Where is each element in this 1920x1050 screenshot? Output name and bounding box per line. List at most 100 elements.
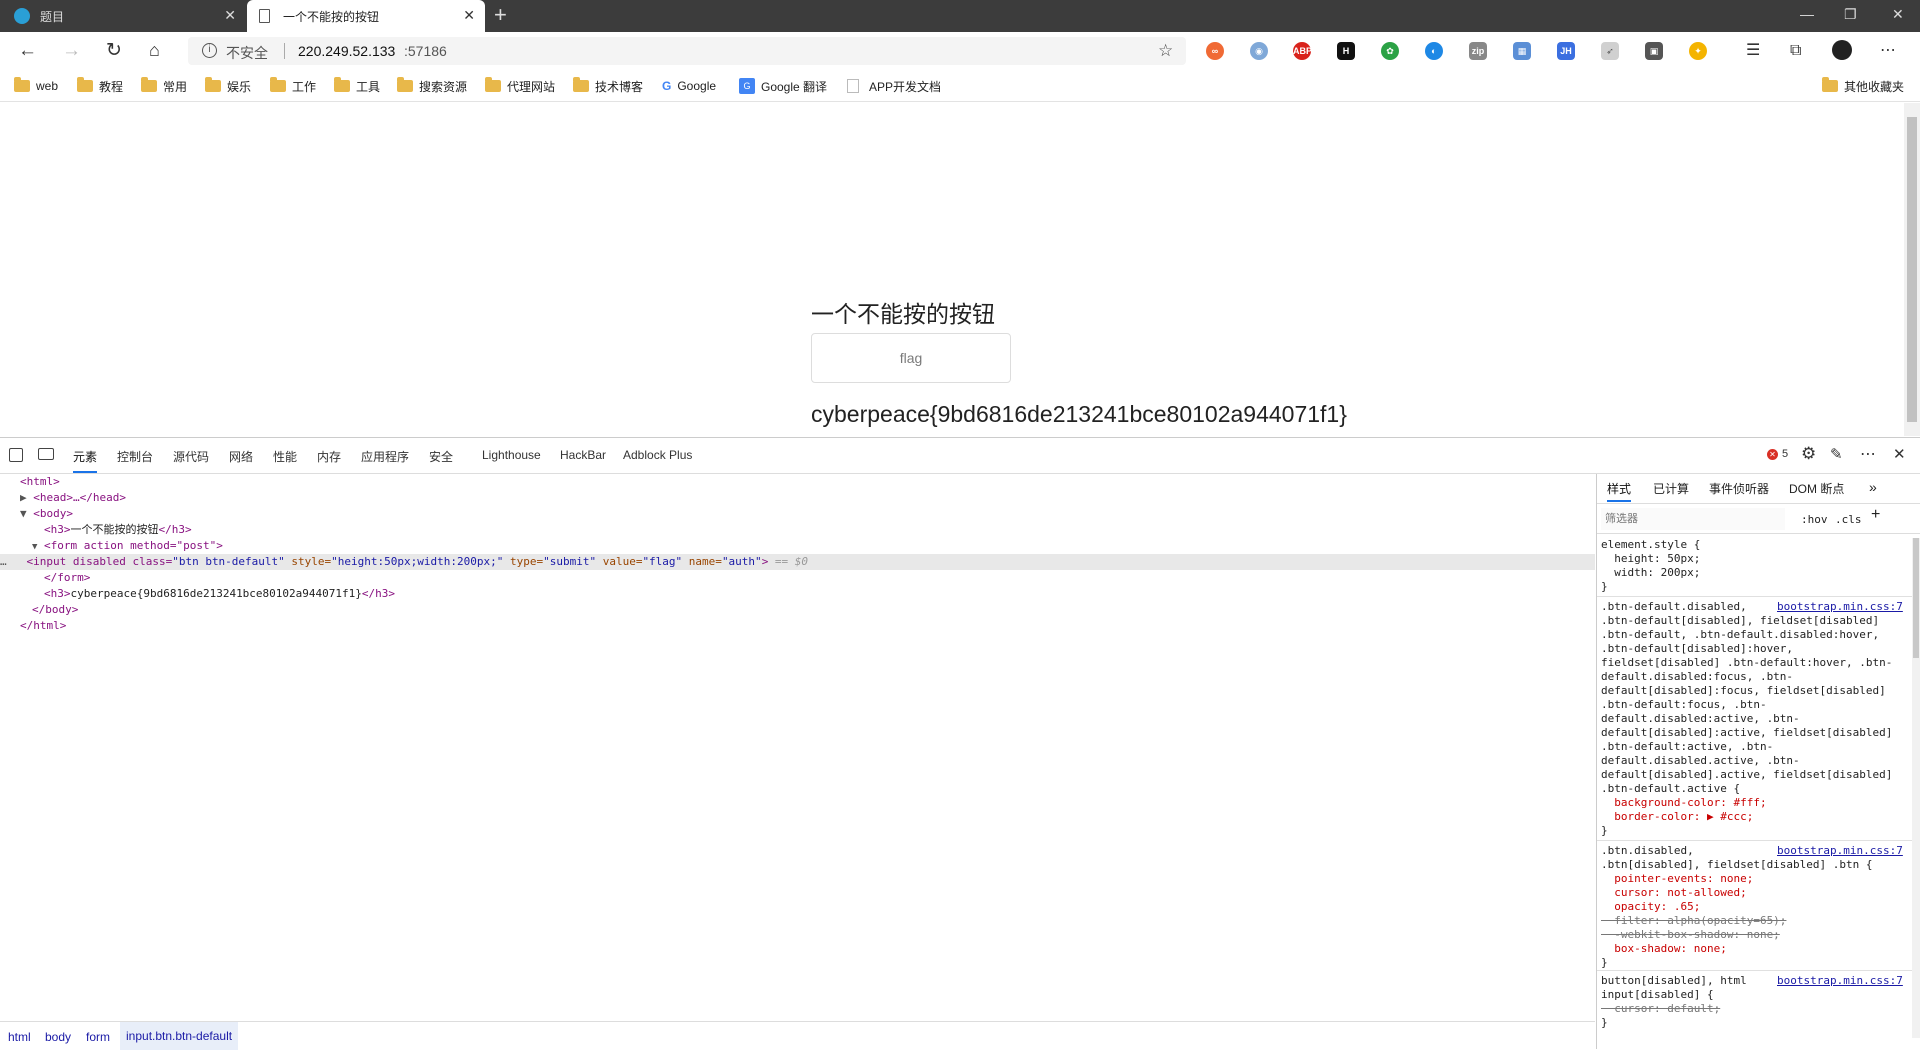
bookmark-label: 其他收藏夹 xyxy=(1844,79,1905,94)
devtools-tab-sources[interactable]: 源代码 xyxy=(173,448,209,465)
bookmark-tutorial[interactable]: 教程 xyxy=(77,76,123,96)
stylesheet-link[interactable]: bootstrap.min.css:7 xyxy=(1777,600,1903,614)
ext-jh-icon[interactable]: JH xyxy=(1557,42,1575,60)
styles-scrollbar-thumb[interactable] xyxy=(1913,538,1919,658)
page-scrollbar-thumb[interactable] xyxy=(1907,117,1917,422)
restore-icon[interactable]: ❐ xyxy=(1844,6,1857,23)
styles-scrollbar[interactable] xyxy=(1912,538,1920,1038)
info-icon[interactable]: i xyxy=(202,43,217,58)
styles-tab-listeners[interactable]: 事件侦听器 xyxy=(1709,482,1769,496)
devtools-tab-hackbar[interactable]: HackBar xyxy=(560,448,606,462)
minimize-icon[interactable]: — xyxy=(1800,6,1814,22)
bookmark-blogs[interactable]: 技术博客 xyxy=(573,76,643,96)
favorite-star-icon[interactable]: ☆ xyxy=(1158,41,1173,61)
device-toolbar-icon[interactable] xyxy=(38,448,54,460)
ext-chat-icon[interactable]: ▣ xyxy=(1645,42,1663,60)
ext-cursor-icon[interactable]: ➶ xyxy=(1601,42,1619,60)
profile-avatar[interactable] xyxy=(1832,40,1852,60)
devtools-tab-security[interactable]: 安全 xyxy=(429,448,453,465)
hov-toggle[interactable]: :hov xyxy=(1801,513,1828,527)
devtools-tab-performance[interactable]: 性能 xyxy=(273,448,297,465)
stylesheet-link[interactable]: bootstrap.min.css:7 xyxy=(1777,974,1903,988)
dom-node-form[interactable]: ▼ <form action method="post"> xyxy=(32,538,223,555)
new-tab-icon[interactable]: + xyxy=(494,4,507,26)
collapse-arrow-icon[interactable]: ▼ xyxy=(32,542,37,552)
page-scrollbar[interactable] xyxy=(1904,103,1920,436)
close-tab-icon[interactable]: ✕ xyxy=(224,8,236,22)
breadcrumb-body[interactable]: body xyxy=(45,1030,71,1044)
devtools-tab-adblock[interactable]: Adblock Plus xyxy=(623,448,692,462)
bookmark-proxy[interactable]: 代理网站 xyxy=(485,76,555,96)
menu-icon[interactable]: ⋯ xyxy=(1880,41,1896,60)
dom-node-h3-flag[interactable]: <h3>cyberpeace{9bd6816de213241bce80102a9… xyxy=(44,586,395,602)
bookmark-work[interactable]: 工作 xyxy=(270,76,316,96)
ext-color-icon[interactable]: ✦ xyxy=(1689,42,1707,60)
more-options-icon[interactable]: ⋯ xyxy=(1860,444,1876,464)
dom-node-html[interactable]: <html> xyxy=(20,474,60,490)
more-tabs-icon[interactable]: » xyxy=(1869,480,1877,494)
tab-active[interactable]: 一个不能按的按钮 ✕ xyxy=(247,0,485,32)
devtools-tab-network[interactable]: 网络 xyxy=(229,448,253,465)
refresh-icon[interactable]: ↻ xyxy=(106,41,122,60)
dom-node-form-close[interactable]: </form> xyxy=(44,570,90,586)
bookmark-common[interactable]: 常用 xyxy=(141,76,187,96)
inspect-element-icon[interactable] xyxy=(9,448,23,462)
ext-h-icon[interactable]: H xyxy=(1337,42,1355,60)
dom-node-body-close[interactable]: </body> xyxy=(32,602,78,618)
error-icon[interactable]: ✕ xyxy=(1767,449,1778,460)
ext-shield-icon[interactable]: ◐ xyxy=(1425,42,1443,60)
close-tab-icon[interactable]: ✕ xyxy=(463,8,475,22)
settings-gear-icon[interactable]: ⚙ xyxy=(1801,444,1816,464)
cls-toggle[interactable]: .cls xyxy=(1835,513,1862,527)
ext-grid-icon[interactable]: ▦ xyxy=(1513,42,1531,60)
bookmark-app-docs[interactable]: APP开发文档 xyxy=(847,76,941,96)
collapse-arrow-icon[interactable]: ▼ xyxy=(20,507,27,520)
styles-filter-input[interactable] xyxy=(1601,508,1785,530)
breadcrumb-html[interactable]: html xyxy=(8,1030,31,1044)
devtools-tab-console[interactable]: 控制台 xyxy=(117,448,153,465)
add-rule-icon[interactable]: + xyxy=(1871,507,1880,523)
ext-owl-icon[interactable]: ◉ xyxy=(1250,42,1268,60)
dom-node-head[interactable]: ▶ <head>…</head> xyxy=(20,490,126,506)
bookmark-google-translate[interactable]: G Google 翻译 xyxy=(739,76,827,96)
flag-button[interactable]: flag xyxy=(811,333,1011,383)
expand-arrow-icon[interactable]: ▶ xyxy=(20,491,27,504)
bookmark-google[interactable]: G Google xyxy=(662,76,716,96)
devtools-tab-elements[interactable]: 元素 xyxy=(73,448,98,473)
bookmark-search[interactable]: 搜索资源 xyxy=(397,76,467,96)
tab-inactive[interactable]: 题目 ✕ xyxy=(0,0,246,32)
dom-node-input-selected[interactable]: … <input disabled class="btn btn-default… xyxy=(0,554,1595,570)
dom-node-h3[interactable]: <h3>一个不能按的按钮</h3> xyxy=(44,522,192,538)
dom-node-html-close[interactable]: </html> xyxy=(20,618,66,634)
devtools-tab-lighthouse[interactable]: Lighthouse xyxy=(482,448,541,462)
ext-zip-icon[interactable]: zip xyxy=(1469,42,1487,60)
more-dots-icon[interactable]: … xyxy=(0,555,27,568)
close-window-icon[interactable]: ✕ xyxy=(1892,6,1904,23)
breadcrumb-input[interactable]: input.btn.btn-default xyxy=(120,1022,239,1050)
bookmark-tools[interactable]: 工具 xyxy=(334,76,380,96)
styles-tab-styles[interactable]: 样式 xyxy=(1607,482,1632,502)
styles-tab-computed[interactable]: 已计算 xyxy=(1653,482,1689,496)
dom-node-body[interactable]: ▼ <body> xyxy=(20,506,73,522)
address-bar[interactable]: i 不安全 220.249.52.133 :57186 ☆ xyxy=(188,37,1186,65)
favorites-icon[interactable]: ☰ xyxy=(1746,41,1760,60)
devtools-tab-application[interactable]: 应用程序 xyxy=(361,448,409,465)
ext-infinity-icon[interactable]: ∞ xyxy=(1206,42,1224,60)
collections-icon[interactable]: ⧉ xyxy=(1790,41,1801,60)
bookmark-web[interactable]: web xyxy=(14,76,58,96)
bookmark-entertainment[interactable]: 娱乐 xyxy=(205,76,251,96)
adblock-plus-icon[interactable]: ABP xyxy=(1293,42,1312,60)
feedback-icon[interactable]: ✎ xyxy=(1830,445,1843,463)
breadcrumb-form[interactable]: form xyxy=(86,1030,110,1044)
styles-tab-dom-breakpoints[interactable]: DOM 断点 xyxy=(1789,482,1844,496)
forward-icon[interactable]: → xyxy=(62,41,81,60)
google-icon: G xyxy=(662,79,672,93)
stylesheet-link[interactable]: bootstrap.min.css:7 xyxy=(1777,844,1903,858)
devtools-tab-memory[interactable]: 内存 xyxy=(317,448,341,465)
ext-paw-icon[interactable]: ✿ xyxy=(1381,42,1399,60)
back-icon[interactable]: ← xyxy=(18,41,37,60)
bookmark-other-favorites[interactable]: 其他收藏夹 xyxy=(1822,76,1904,96)
close-devtools-icon[interactable]: ✕ xyxy=(1893,445,1906,463)
error-count[interactable]: 5 xyxy=(1782,448,1788,460)
home-icon[interactable]: ⌂ xyxy=(149,41,160,60)
